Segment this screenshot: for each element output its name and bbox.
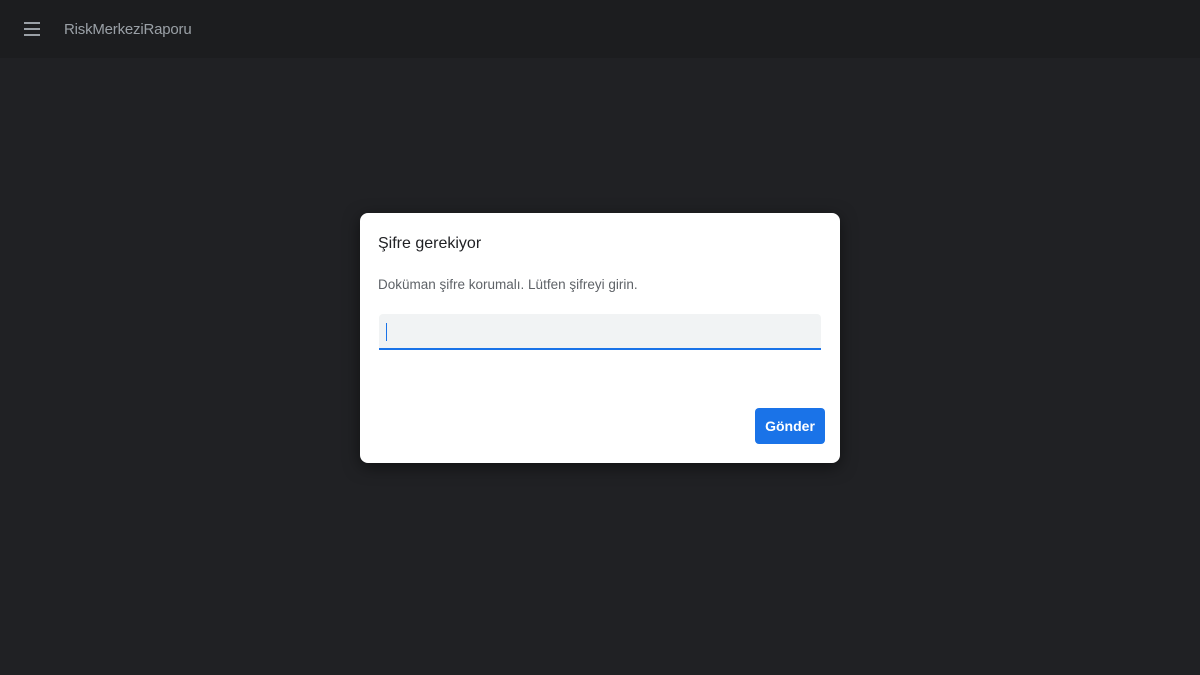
- submit-button[interactable]: Gönder: [755, 408, 825, 444]
- dialog-title: Şifre gerekiyor: [378, 235, 482, 252]
- password-input[interactable]: [379, 314, 821, 350]
- viewer-toolbar: RiskMerkeziRaporu: [0, 0, 1200, 58]
- menu-line: [24, 28, 40, 30]
- dialog-message: Doküman şifre korumalı. Lütfen şifreyi g…: [378, 277, 638, 292]
- menu-line: [24, 22, 40, 24]
- password-dialog: Şifre gerekiyor Doküman şifre korumalı. …: [360, 213, 840, 463]
- document-title: RiskMerkeziRaporu: [64, 20, 192, 38]
- menu-line: [24, 34, 40, 36]
- hamburger-menu-icon[interactable]: [20, 17, 44, 41]
- text-cursor: [386, 323, 387, 341]
